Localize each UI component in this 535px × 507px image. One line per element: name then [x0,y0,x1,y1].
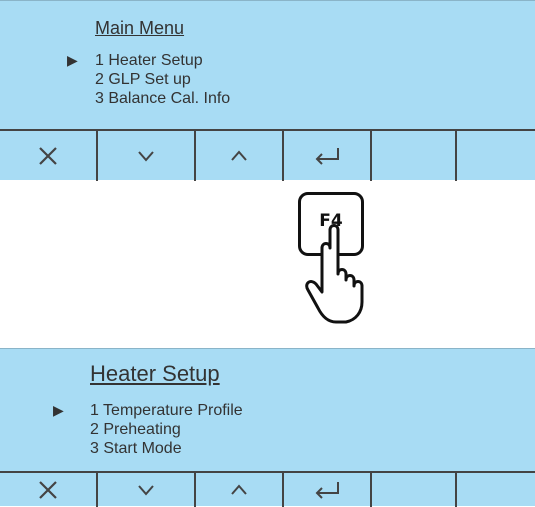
heater-setup-screen: Heater Setup ▶ 1 Temperature Profile 2 P… [0,348,535,507]
main-menu-screen: Main Menu ▶ 1 Heater Setup 2 GLP Set up … [0,0,535,181]
selection-cursor-icon: ▶ [67,52,78,68]
softkey-bar [0,129,535,181]
enter-icon [315,148,339,165]
pointing-hand-icon [305,224,364,324]
softkey-enter[interactable] [284,473,372,507]
chevron-up-icon [231,484,247,495]
close-icon [39,147,57,165]
f4-press-illustration: F4 [290,188,380,328]
menu-item-preheating[interactable]: 2 Preheating [90,420,243,439]
menu-item-balance-cal-info[interactable]: 3 Balance Cal. Info [95,89,230,108]
softkey-blank-5[interactable] [372,131,457,181]
menu-item-temperature-profile[interactable]: 1 Temperature Profile [90,401,243,420]
menu-list: 1 Heater Setup 2 GLP Set up 3 Balance Ca… [95,51,230,108]
softkey-blank-5[interactable] [372,473,457,507]
chevron-down-icon [138,485,154,496]
enter-icon [315,482,339,499]
softkey-blank-6[interactable] [457,131,535,181]
menu-item-start-mode[interactable]: 3 Start Mode [90,439,243,458]
softkey-blank-6[interactable] [457,473,535,507]
softkey-down[interactable] [98,131,196,181]
softkey-bar [0,471,535,507]
chevron-down-icon [138,151,154,162]
softkey-down[interactable] [98,473,196,507]
page-title: Main Menu [95,18,185,38]
softkey-close[interactable] [0,131,98,181]
softkey-up[interactable] [196,131,284,181]
chevron-up-icon [231,150,247,161]
selection-cursor-icon: ▶ [53,402,64,418]
menu-list: 1 Temperature Profile 2 Preheating 3 Sta… [90,401,243,458]
softkey-up[interactable] [196,473,284,507]
close-icon [39,481,57,499]
page-title: Heater Setup [90,361,220,386]
softkey-close[interactable] [0,473,98,507]
softkey-enter[interactable] [284,131,372,181]
menu-item-heater-setup[interactable]: 1 Heater Setup [95,51,230,70]
menu-item-glp-setup[interactable]: 2 GLP Set up [95,70,230,89]
